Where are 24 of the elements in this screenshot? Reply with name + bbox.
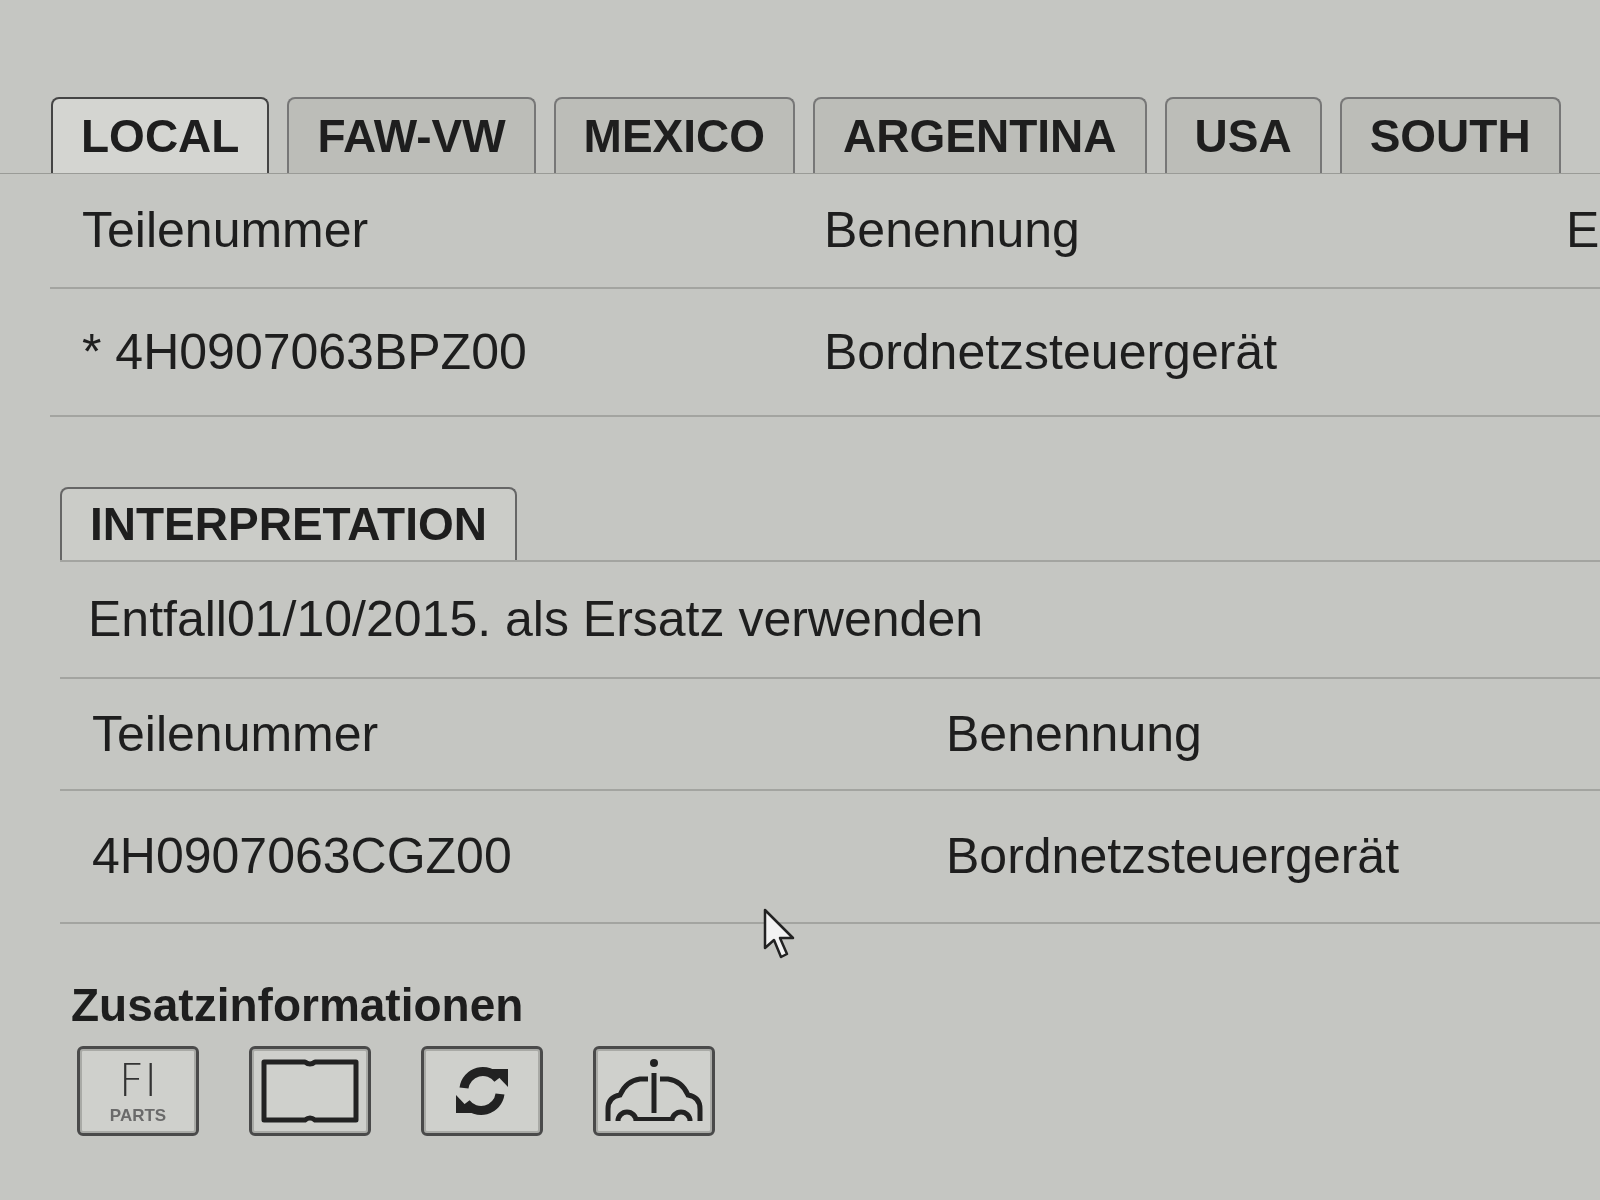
column-header: Teilenummer <box>82 201 369 260</box>
column-header: E <box>1566 201 1600 260</box>
table-cell-text: * 4H0907063BPZ00 <box>82 322 527 382</box>
tab[interactable]: ARGENTINA <box>813 97 1147 173</box>
table-cell-text: Bordnetzsteuergerät <box>946 827 1400 886</box>
table-cell-text: Bordnetzsteuergerät <box>824 322 1278 382</box>
book-button[interactable] <box>249 1046 371 1136</box>
table-cell-text: 4H0907063CGZ00 <box>92 827 512 886</box>
book-icon <box>261 1058 359 1124</box>
column-header: Teilenummer <box>92 704 379 764</box>
vehicle-info-button[interactable] <box>593 1046 715 1136</box>
mouse-pointer-icon <box>763 908 797 960</box>
section-title: Zusatzinformationen <box>71 982 524 1028</box>
interpretation-tab[interactable]: INTERPRETATION <box>60 487 517 560</box>
refresh-button[interactable] <box>421 1046 543 1136</box>
column-header: Benennung <box>946 704 1202 764</box>
parts-button[interactable]: FI PARTS <box>77 1046 199 1136</box>
column-header: Benennung <box>824 201 1080 260</box>
interpretation-note: Entfall01/10/2015. als Ersatz verwenden <box>88 590 983 649</box>
tab[interactable]: FAW-VW <box>287 97 536 173</box>
tab[interactable]: SOUTH <box>1339 97 1561 173</box>
tab[interactable]: MEXICO <box>553 97 796 173</box>
tab[interactable]: USA <box>1164 97 1322 173</box>
tab[interactable]: LOCAL <box>51 97 270 173</box>
